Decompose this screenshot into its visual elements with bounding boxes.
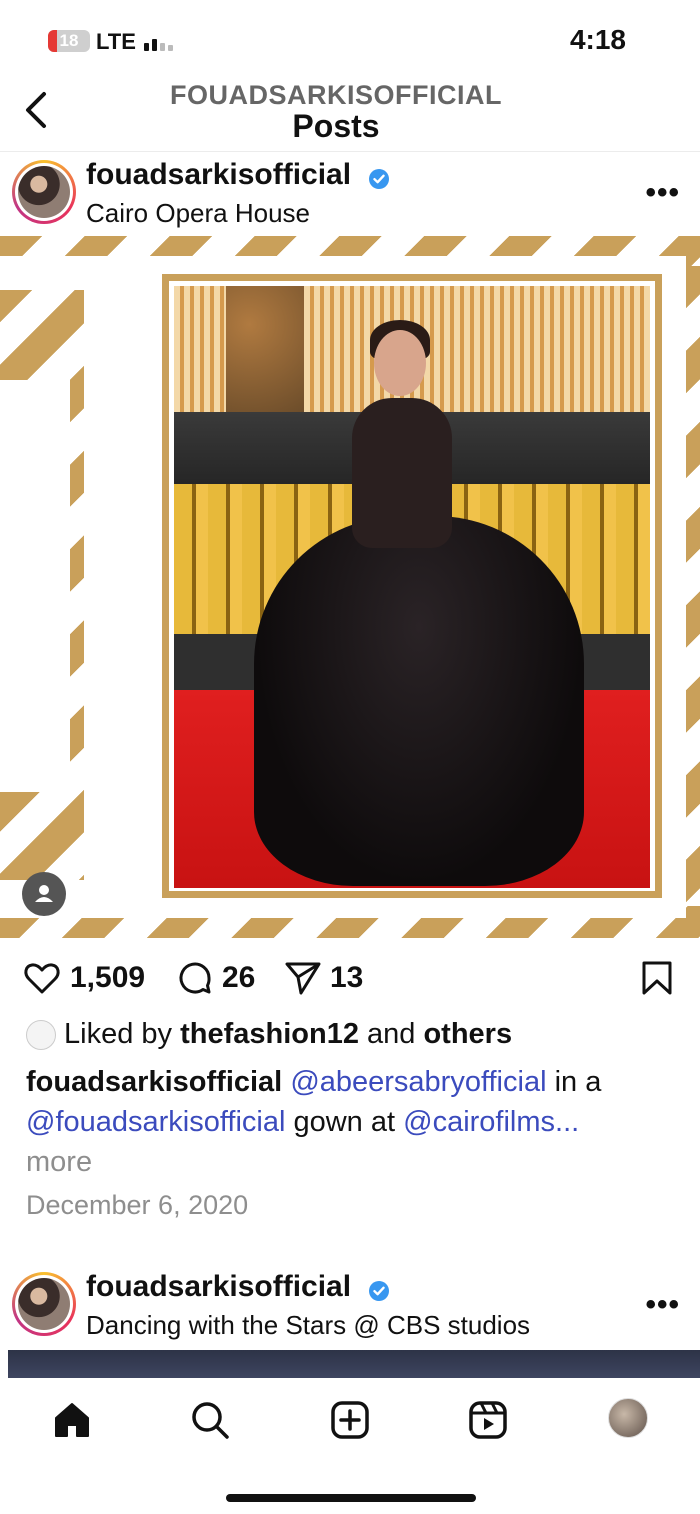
reels-icon — [469, 1401, 507, 1439]
clock: 4:18 — [569, 24, 626, 55]
account-name: FOUADSARKISOFFICIAL — [170, 80, 502, 110]
liked-by-prefix: Liked by — [64, 1018, 173, 1050]
comment-icon — [179, 962, 211, 994]
like-button[interactable]: 1,509 — [22, 958, 145, 998]
home-indicator — [226, 1494, 476, 1502]
post-caption: fouadsarkisofficial @abeersabryofficial … — [26, 1062, 666, 1182]
post-date: December 6, 2020 — [26, 1190, 249, 1220]
liked-by-user[interactable]: thefashion12 — [180, 1018, 359, 1051]
page-header: FOUADSARKISOFFICIAL Posts — [0, 74, 700, 152]
post-location[interactable]: Dancing with the Stars @ CBS studios — [86, 1310, 530, 1341]
photo-frame — [162, 274, 662, 898]
post-location[interactable]: Cairo Opera House — [86, 198, 310, 229]
battery-level: 18 — [59, 31, 79, 50]
liked-by-others[interactable]: others — [423, 1018, 512, 1051]
plus-square-icon — [331, 1401, 369, 1439]
mention-link[interactable]: @cairofilms... — [403, 1106, 579, 1138]
tagged-users-button[interactable] — [22, 872, 66, 916]
liker-avatar — [26, 1019, 56, 1050]
caption-username[interactable]: fouadsarkisofficial — [26, 1066, 282, 1098]
save-button[interactable] — [640, 960, 674, 1001]
avatar[interactable] — [12, 1272, 76, 1336]
bottom-navigation — [0, 1378, 700, 1514]
mention-link[interactable]: @fouadsarkisofficial — [26, 1106, 285, 1138]
share-button[interactable]: 13 — [284, 958, 363, 998]
avatar[interactable] — [12, 160, 76, 224]
nav-reels[interactable] — [466, 1398, 510, 1442]
nav-home[interactable] — [50, 1398, 94, 1442]
caption-text: in a — [554, 1066, 602, 1098]
post-header: fouadsarkisofficial Dancing with the Sta… — [0, 1264, 700, 1346]
comment-count: 26 — [222, 961, 256, 994]
signal-bars-icon — [144, 33, 174, 51]
post-header: fouadsarkisofficial Cairo Opera House ••… — [0, 152, 700, 234]
more-options-icon[interactable]: ••• — [645, 1288, 680, 1322]
verified-badge-icon — [369, 1281, 389, 1301]
post-username[interactable]: fouadsarkisofficial — [86, 158, 351, 192]
share-count: 13 — [330, 961, 364, 994]
page-title: Posts — [292, 108, 380, 144]
comment-button[interactable]: 26 — [176, 958, 255, 998]
post-image[interactable] — [8, 1350, 700, 1378]
nav-search[interactable] — [188, 1398, 232, 1442]
caption-text: gown at — [293, 1106, 396, 1138]
liked-by[interactable]: Liked by thefashion12 and others — [26, 1018, 512, 1051]
nav-profile-avatar[interactable] — [608, 1398, 648, 1438]
post-actions: 1,509 26 13 — [0, 948, 700, 1008]
person-icon — [35, 885, 53, 902]
send-icon — [285, 962, 321, 995]
verified-badge-icon — [369, 169, 389, 189]
bookmark-icon — [642, 961, 672, 995]
liked-by-and: and — [367, 1018, 416, 1050]
status-bar: 18 LTE 4:18 — [0, 0, 700, 74]
network-label: LTE — [96, 29, 136, 54]
more-options-icon[interactable]: ••• — [645, 176, 680, 210]
heart-icon — [24, 963, 60, 994]
red-carpet-photo — [174, 286, 650, 888]
nav-create[interactable] — [328, 1398, 372, 1442]
post-username[interactable]: fouadsarkisofficial — [86, 1270, 351, 1304]
post-image[interactable] — [0, 236, 700, 938]
mention-link[interactable]: @abeersabryofficial — [290, 1066, 546, 1098]
battery-indicator: 18 — [48, 30, 90, 52]
like-count: 1,509 — [70, 961, 146, 994]
more-link[interactable]: more — [26, 1146, 92, 1178]
search-icon — [192, 1402, 229, 1439]
home-icon — [55, 1403, 89, 1437]
